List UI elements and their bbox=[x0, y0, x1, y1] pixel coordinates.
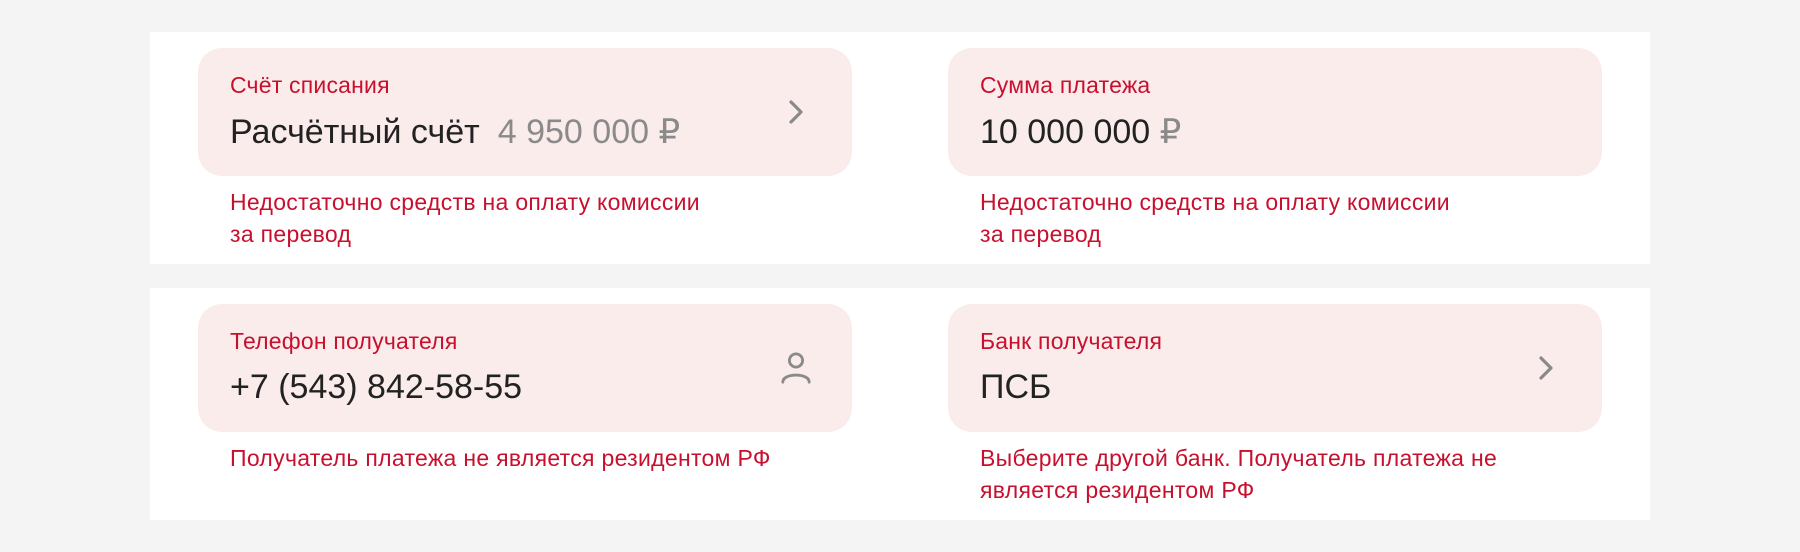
amount-currency: ₽ bbox=[1159, 113, 1182, 151]
recipient-bank-label: Банк получателя bbox=[980, 328, 1163, 354]
recipient-phone-field[interactable]: Телефон получателя +7 (543) 842-58-55 bbox=[198, 304, 852, 432]
recipient-phone-value: +7 (543) 842-58-55 bbox=[230, 368, 523, 406]
recipient-bank-select[interactable]: Банк получателя ПСБ bbox=[948, 304, 1602, 432]
recipient-phone-label: Телефон получателя bbox=[230, 328, 458, 354]
account-currency: ₽ bbox=[658, 113, 681, 151]
account-balance: 4 950 000 bbox=[497, 113, 650, 151]
chevron-right-icon[interactable] bbox=[780, 96, 812, 128]
debit-account-label: Счёт списания bbox=[230, 72, 390, 98]
debit-account-select[interactable]: Счёт списания Расчётный счёт 4 950 000 ₽ bbox=[198, 48, 852, 176]
bank-cell: Банк получателя ПСБ Выберите другой банк… bbox=[948, 304, 1602, 506]
account-name: Расчётный счёт bbox=[230, 113, 480, 151]
chevron-right-icon[interactable] bbox=[1530, 352, 1562, 384]
bank-error-message: Выберите другой банк. Получатель платежа… bbox=[980, 445, 1498, 503]
recipient-panel: Телефон получателя +7 (543) 842-58-55 По… bbox=[150, 288, 1650, 520]
phone-error-message: Получатель платежа не является резиденто… bbox=[230, 445, 771, 471]
recipient-bank-value: ПСБ bbox=[980, 368, 1052, 406]
account-cell: Счёт списания Расчётный счёт 4 950 000 ₽ … bbox=[198, 48, 852, 250]
payment-source-panel: Счёт списания Расчётный счёт 4 950 000 ₽ … bbox=[150, 32, 1650, 264]
payment-amount-field[interactable]: Сумма платежа 10 000 000 ₽ bbox=[948, 48, 1602, 176]
amount-cell: Сумма платежа 10 000 000 ₽ Недостаточно … bbox=[948, 48, 1602, 250]
amount-error-message: Недостаточно средств на оплату комиссии … bbox=[980, 189, 1450, 247]
debit-account-value: Расчётный счёт 4 950 000 ₽ bbox=[230, 112, 680, 152]
phone-cell: Телефон получателя +7 (543) 842-58-55 По… bbox=[198, 304, 852, 474]
account-error-message: Недостаточно средств на оплату комиссии … bbox=[230, 189, 700, 247]
payment-amount-value: 10 000 000 ₽ bbox=[980, 112, 1181, 152]
payment-amount-label: Сумма платежа bbox=[980, 72, 1151, 98]
amount-number: 10 000 000 bbox=[980, 113, 1151, 151]
contact-person-icon[interactable] bbox=[780, 352, 812, 384]
